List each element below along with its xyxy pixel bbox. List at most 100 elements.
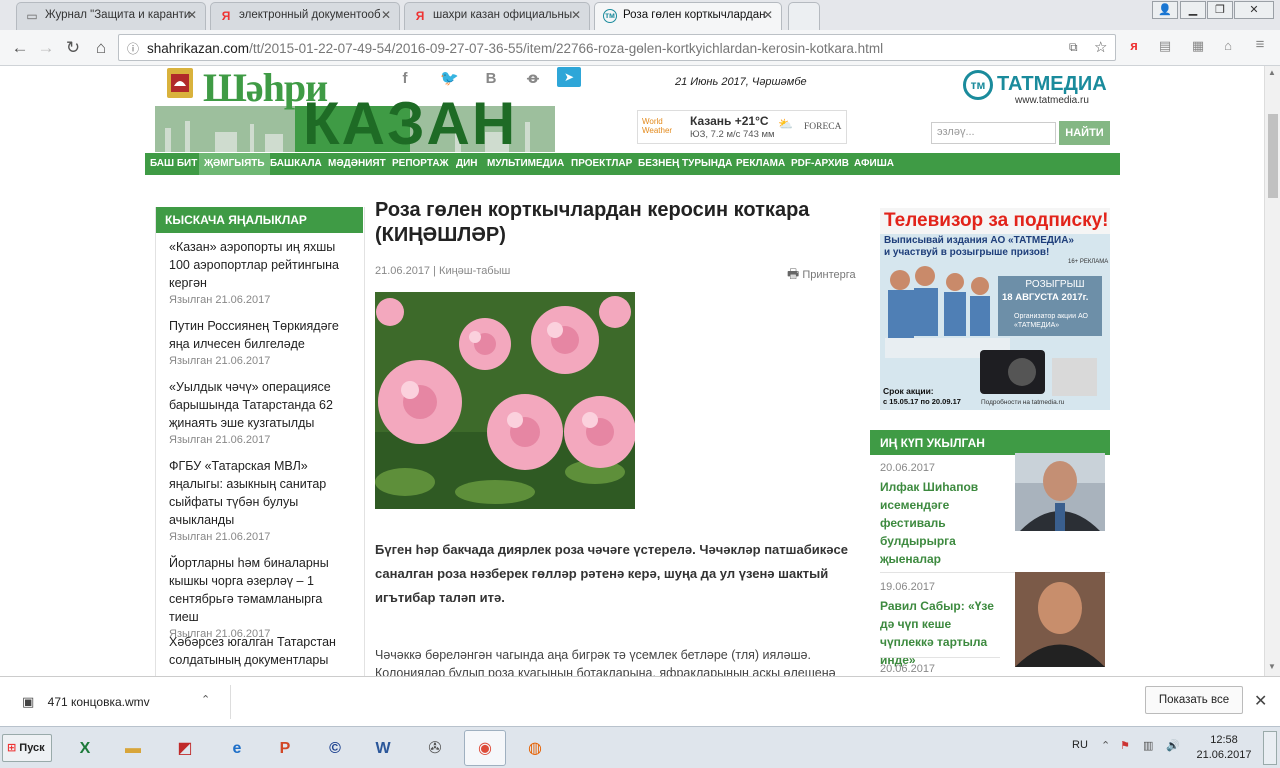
window-close-icon[interactable]: ✕ <box>1234 1 1274 19</box>
tatmedia-icon: тм <box>963 70 993 100</box>
promo-banner[interactable]: Телевизор за подписку! Выписывай издания… <box>880 208 1110 410</box>
promo-organizer: Организатор акции АО «ТАТМЕДИА» <box>1014 313 1088 329</box>
network-icon[interactable]: ▥ <box>1143 739 1153 752</box>
info-icon[interactable]: ⓘ <box>127 40 139 57</box>
menu-item-home[interactable]: БАШ БИТ <box>145 153 202 175</box>
menu-item-projects[interactable]: ПРОЕКТЛАР <box>566 153 637 175</box>
language-indicator[interactable]: RU <box>1072 739 1088 751</box>
excel-icon[interactable]: X <box>64 730 106 766</box>
list-item[interactable]: «Казан» аэропорты иң яхшы 100 аэропортла… <box>169 238 349 306</box>
user-icon[interactable]: 👤 <box>1152 1 1178 19</box>
minimize-icon[interactable]: ▁ <box>1180 1 1206 19</box>
popular-heading: ИҢ КҮП УКЫЛГАН <box>870 430 1110 455</box>
close-icon[interactable]: ✕ <box>763 8 773 22</box>
scroll-down-icon[interactable]: ▼ <box>1268 662 1276 671</box>
start-button[interactable]: ⊞ Пуск <box>2 734 52 762</box>
list-item[interactable]: 19.06.2017 Равил Сабыр: «Үзе дә чүп кеше… <box>880 572 1110 669</box>
facebook-icon[interactable]: f <box>396 70 414 88</box>
search-input[interactable]: эзләү... <box>931 122 1056 144</box>
show-all-button[interactable]: Показать все <box>1145 686 1243 714</box>
flag-icon[interactable]: ⚑ <box>1120 739 1130 752</box>
new-tab-button[interactable] <box>788 2 820 30</box>
promo-title: Телевизор за подписку! <box>884 210 1109 231</box>
close-icon[interactable]: ✕ <box>381 8 391 22</box>
c-icon[interactable]: © <box>314 730 356 766</box>
yandex-icon[interactable]: я <box>1124 38 1144 53</box>
chrome-icon[interactable]: ◉ <box>464 730 506 766</box>
tab-journal[interactable]: ▭ Журнал "Защита и каранти ✕ <box>16 2 206 30</box>
extension-icon[interactable]: ▦ <box>1188 38 1208 54</box>
home-icon[interactable]: ⌂ <box>91 38 111 58</box>
menu-item-capital[interactable]: БАШКАЛА <box>265 153 327 175</box>
web-page: Шәһри КАЗАН f 🐦 B ꝋ ➤ 21 Июнь 2017, Чәрш… <box>0 66 1264 676</box>
search-button[interactable]: НАЙТИ <box>1059 121 1110 145</box>
media-icon[interactable]: ✇ <box>414 730 456 766</box>
roses-photo <box>375 292 635 509</box>
list-item[interactable]: Хәбәрсез югалган Татарстан солдатының до… <box>169 633 349 669</box>
menu-item-multimedia[interactable]: МУЛЬТИМЕДИА <box>482 153 569 175</box>
divider <box>230 685 231 719</box>
menu-item-society[interactable]: ҖӘМГЫЯТЬ <box>199 153 270 175</box>
tab-shahri[interactable]: Я шахри казан официальны ✕ <box>404 2 590 30</box>
odnoklassniki-icon[interactable]: ꝋ <box>524 70 542 88</box>
close-icon[interactable]: ✕ <box>1254 691 1267 711</box>
menu-item-pdf[interactable]: PDF-АРХИВ <box>786 153 854 175</box>
main-menu: БАШ БИТ ҖӘМГЫЯТЬ БАШКАЛА МӘДӘНИЯТ РЕПОРТ… <box>145 153 1120 175</box>
weather-widget[interactable]: World Weather Казань +21°C ЮЗ, 7.2 м/с 7… <box>637 110 847 144</box>
translate-icon[interactable]: ⧉ <box>1069 40 1078 55</box>
promo-draw-date: 18 АВГУСТА 2017г. <box>1002 292 1089 303</box>
telegram-icon[interactable]: ➤ <box>557 67 581 87</box>
tab-edoc[interactable]: Я электронный документооб ✕ <box>210 2 400 30</box>
folder-icon[interactable]: ▬ <box>112 730 154 766</box>
tatmedia-logo[interactable]: тм ТАТМЕДИА www.tatmedia.ru <box>963 69 1108 109</box>
firefox-icon[interactable]: ◍ <box>514 730 556 766</box>
forward-icon[interactable]: → <box>36 38 56 58</box>
ie-icon[interactable]: e <box>216 730 258 766</box>
volume-icon[interactable]: 🔊 <box>1166 739 1180 752</box>
powerpoint-red-icon[interactable]: ◩ <box>164 730 206 766</box>
powerpoint-icon[interactable]: P <box>264 730 306 766</box>
menu-item-about[interactable]: БЕЗНЕҢ ТУРЫНДА <box>633 153 737 175</box>
tab-strip: ▭ Журнал "Защита и каранти ✕ Я электронн… <box>0 0 1280 30</box>
url-path: /tt/2015-01-22-07-49-54/2016-09-27-07-36… <box>249 41 884 56</box>
page-icon: ▭ <box>26 9 38 23</box>
maximize-icon[interactable]: ❐ <box>1207 1 1233 19</box>
list-item[interactable]: «Уылдык чәчү» операциясе барышында Татар… <box>169 378 349 446</box>
reload-icon[interactable]: ↻ <box>63 38 83 58</box>
scroll-up-icon[interactable]: ▲ <box>1268 68 1276 77</box>
address-bar[interactable]: ⓘ shahrikazan.com/tt/2015-01-22-07-49-54… <box>118 34 1116 61</box>
close-icon[interactable]: ✕ <box>571 8 581 22</box>
site-container: Шәһри КАЗАН f 🐦 B ꝋ ➤ 21 Июнь 2017, Чәрш… <box>145 66 1120 676</box>
scroll-thumb[interactable] <box>1268 114 1278 198</box>
article-category-link[interactable]: Киңәш-табыш <box>439 265 510 277</box>
vk-icon[interactable]: B <box>482 70 500 88</box>
list-item[interactable]: ФГБУ «Татарская МВЛ» яңалыгы: азыкның са… <box>169 457 349 543</box>
chevron-up-icon[interactable]: ⌃ <box>201 693 210 706</box>
extension-icon[interactable]: ▤ <box>1155 38 1175 54</box>
twitter-icon[interactable]: 🐦 <box>440 70 459 88</box>
menu-item-ads[interactable]: РЕКЛАМА <box>731 153 790 175</box>
back-icon[interactable]: ← <box>10 38 30 58</box>
list-item[interactable]: Путин Россиянең Төркиядәге яңа илчесен б… <box>169 317 349 367</box>
list-item[interactable]: 20.06.2017 Илфак Шиһапов исемендәге фест… <box>880 453 1110 568</box>
list-item[interactable]: Йортларны һәм биналарны кышкы чорга әзер… <box>169 554 349 640</box>
extension-icon[interactable]: ⌂ <box>1218 38 1238 53</box>
page-scrollbar[interactable]: ▲ ▼ <box>1264 66 1280 676</box>
tab-roza[interactable]: тм Роза гөлен корткычлардан ✕ <box>594 2 782 30</box>
menu-icon[interactable]: ≡ <box>1250 36 1270 53</box>
show-desktop-button[interactable] <box>1263 731 1277 765</box>
list-item[interactable]: 20.06.2017 <box>880 663 1110 675</box>
word-icon[interactable]: W <box>362 730 404 766</box>
menu-item-afisha[interactable]: АФИША <box>849 153 899 175</box>
menu-item-religion[interactable]: ДИН <box>451 153 483 175</box>
print-link[interactable]: 🖶 Принтерга <box>787 265 856 287</box>
clock[interactable]: 12:58 21.06.2017 <box>1194 733 1254 763</box>
download-item[interactable]: ▣ 471 концовка.wmv <box>22 694 150 710</box>
bookmark-star-icon[interactable]: ☆ <box>1094 38 1107 56</box>
tray-expand-icon[interactable]: ⌃ <box>1101 739 1110 752</box>
weather-provider: FORECA <box>804 122 842 132</box>
close-icon[interactable]: ✕ <box>187 8 197 22</box>
menu-item-report[interactable]: РЕПОРТАЖ <box>387 153 454 175</box>
promo-line2: и участвуй в розыгрыше призов! <box>884 247 1050 258</box>
menu-item-culture[interactable]: МӘДӘНИЯТ <box>323 153 391 175</box>
